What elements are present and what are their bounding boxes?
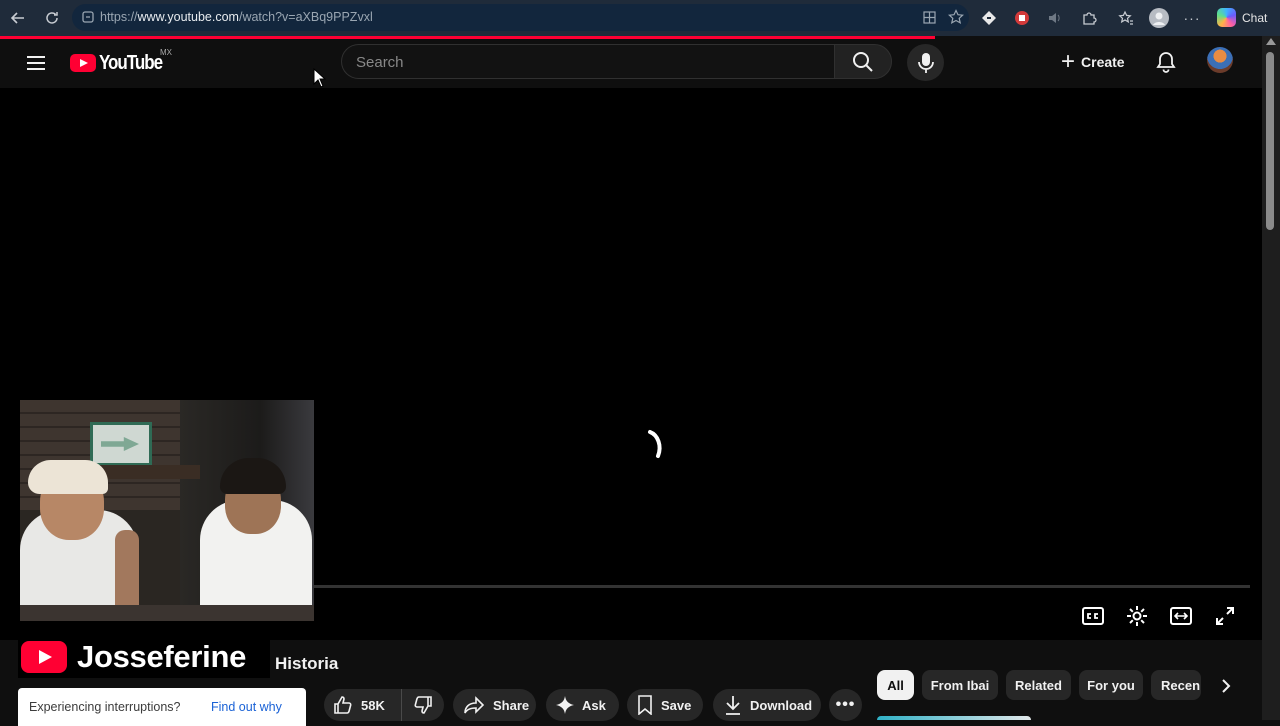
- like-count: 58K: [361, 697, 385, 713]
- share-button[interactable]: Share: [453, 689, 536, 721]
- bookmark-icon: [638, 695, 652, 715]
- search-icon: [853, 51, 873, 72]
- back-arrow-icon[interactable]: [8, 8, 28, 28]
- profile-icon[interactable]: [1149, 8, 1169, 28]
- scroll-up-arrow-icon[interactable]: [1266, 38, 1276, 45]
- chip-for-you[interactable]: For you: [1079, 670, 1143, 700]
- more-horizontal-icon: •••: [835, 696, 856, 713]
- sparkle-icon: [556, 696, 574, 714]
- thumbs-down-icon: [414, 696, 432, 714]
- chip-all[interactable]: All: [877, 670, 914, 700]
- microphone-icon: [917, 52, 934, 73]
- youtube-play-badge-icon: [21, 641, 67, 673]
- chips-next-chevron-icon[interactable]: [1213, 673, 1239, 699]
- address-bar[interactable]: https://www.youtube.com/watch?v=aXBq9PPZ…: [72, 4, 969, 31]
- site-info-icon[interactable]: [81, 10, 95, 29]
- search-input[interactable]: [356, 53, 816, 71]
- fullscreen-icon[interactable]: [1212, 603, 1238, 629]
- youtube-logo[interactable]: YouTube: [70, 52, 173, 74]
- extensions-puzzle-icon[interactable]: [1079, 8, 1099, 28]
- scrollbar-thumb[interactable]: [1266, 52, 1274, 230]
- create-label: Create: [1081, 54, 1125, 70]
- find-out-why-link[interactable]: Find out why: [211, 700, 282, 714]
- dislike-button[interactable]: [402, 689, 444, 721]
- copilot-chat-button[interactable]: Chat: [1213, 5, 1275, 30]
- ask-button[interactable]: Ask: [546, 689, 619, 721]
- youtube-play-logo-icon: [70, 54, 96, 72]
- url-text: https://www.youtube.com/watch?v=aXBq9PPZ…: [100, 10, 373, 24]
- copilot-logo-icon: [1217, 8, 1236, 27]
- reload-icon[interactable]: [42, 8, 62, 28]
- more-options-icon[interactable]: ···: [1182, 8, 1202, 28]
- volume-icon[interactable]: [1045, 8, 1065, 28]
- notifications-button[interactable]: [1152, 48, 1180, 76]
- loading-spinner-icon: [648, 430, 662, 458]
- webcam-overlay: [20, 400, 314, 621]
- thumbs-up-icon: [334, 696, 352, 714]
- chat-label: Chat: [1242, 10, 1268, 25]
- favorite-star-icon[interactable]: [948, 9, 964, 30]
- extension-diamond-icon[interactable]: [979, 8, 999, 28]
- channel-badge-overlay: Josseferine: [18, 636, 270, 678]
- notice-text: Experiencing interruptions?: [29, 700, 181, 714]
- download-icon: [726, 696, 740, 715]
- wall-sign: [90, 422, 152, 466]
- video-title: Historia: [275, 654, 339, 673]
- create-button[interactable]: + Create: [1053, 44, 1137, 80]
- favorites-icon[interactable]: [1116, 8, 1136, 28]
- theater-mode-icon[interactable]: [1168, 603, 1194, 629]
- youtube-wordmark: YouTube: [99, 51, 163, 74]
- share-label: Share: [493, 697, 530, 713]
- channel-name: Josseferine: [77, 639, 247, 674]
- subtitles-cc-icon[interactable]: [1080, 603, 1106, 629]
- share-arrow-icon: [464, 696, 485, 714]
- youtube-header: YouTube MX + Create: [0, 39, 1262, 88]
- page-scrollbar[interactable]: [1262, 36, 1280, 720]
- more-actions-button[interactable]: •••: [829, 689, 862, 721]
- browser-toolbar: https://www.youtube.com/watch?v=aXBq9PPZ…: [0, 0, 1280, 36]
- plus-icon: +: [1061, 48, 1076, 75]
- mouse-cursor-icon: [313, 68, 327, 88]
- download-label: Download: [750, 697, 813, 713]
- recommended-thumbnail[interactable]: [877, 716, 1031, 720]
- like-button[interactable]: 58K: [324, 689, 402, 721]
- chip-related[interactable]: Related: [1006, 670, 1071, 700]
- search-button[interactable]: [834, 44, 892, 79]
- download-button[interactable]: Download: [713, 689, 821, 721]
- interruptions-notice: Experiencing interruptions? Find out why: [18, 688, 306, 726]
- hamburger-menu-icon[interactable]: [24, 51, 50, 75]
- save-label: Save: [661, 697, 692, 713]
- chip-from-ibai[interactable]: From Ibai: [922, 670, 998, 700]
- save-button[interactable]: Save: [627, 689, 703, 721]
- like-dislike-group: 58K: [324, 689, 444, 721]
- voice-search-button[interactable]: [907, 44, 944, 81]
- settings-gear-icon[interactable]: [1124, 603, 1150, 629]
- bell-icon: [1156, 52, 1176, 73]
- app-available-icon[interactable]: [922, 10, 937, 30]
- search-box[interactable]: [341, 44, 834, 79]
- account-avatar[interactable]: [1207, 47, 1233, 73]
- extension-red-icon[interactable]: [1012, 8, 1032, 28]
- ask-label: Ask: [582, 697, 606, 713]
- country-code: MX: [160, 48, 172, 57]
- chip-recently-uploaded[interactable]: Recen: [1151, 670, 1201, 700]
